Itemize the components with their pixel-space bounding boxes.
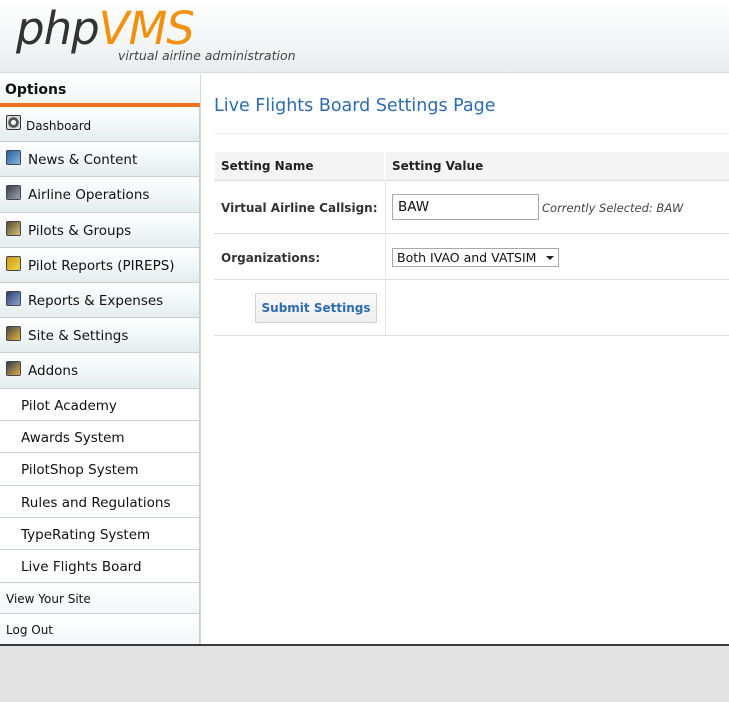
addon-awards-system[interactable]: Awards System [0, 420, 200, 454]
addon-pilotshop-system[interactable]: PilotShop System [0, 453, 200, 486]
airline-icon [6, 185, 21, 201]
logo-php-text: php [16, 2, 100, 55]
table-divider [214, 180, 729, 181]
table-divider [214, 233, 729, 234]
nav-news-content[interactable]: News & Content [0, 142, 200, 178]
logo-tagline: virtual airline administration [118, 48, 296, 63]
title-divider [214, 133, 729, 134]
nav-label: Reports & Expenses [28, 292, 164, 309]
page-title: Live Flights Board Settings Page [214, 96, 496, 116]
nav-label: Pilot Reports (PIREPS) [28, 257, 175, 274]
header-setting-value: Setting Value [386, 152, 729, 180]
nav-label: Pilots & Groups [28, 222, 132, 239]
chevron-down-icon [546, 256, 554, 260]
pilots-icon [6, 220, 21, 236]
callsign-input[interactable]: BAW [392, 194, 539, 220]
footer-band [0, 644, 729, 702]
organizations-select[interactable]: Both IVAO and VATSIM [392, 248, 559, 267]
addons-icon [6, 361, 21, 377]
nav-dashboard[interactable]: Dashboard [0, 107, 200, 143]
nav-site-settings[interactable]: Site & Settings [0, 318, 200, 354]
nav-airline-operations[interactable]: Airline Operations [0, 177, 200, 213]
options-title: Options [0, 74, 200, 107]
currently-selected-text: Corrently Selected: BAW [542, 201, 684, 215]
news-icon [6, 150, 21, 166]
nav-label: Addons [28, 363, 78, 380]
callsign-label: Virtual Airline Callsign: [221, 201, 378, 215]
header-setting-name: Setting Name [215, 152, 384, 180]
dashboard-icon [6, 115, 21, 130]
nav-pilots-groups[interactable]: Pilots & Groups [0, 212, 200, 248]
settings-icon [6, 326, 21, 342]
addon-live-flights-board[interactable]: Live Flights Board [0, 550, 200, 583]
nav-label: Site & Settings [28, 328, 129, 345]
log-out-link[interactable]: Log Out [0, 613, 200, 645]
addon-typerating-system[interactable]: TypeRating System [0, 518, 200, 551]
nav-label: Dashboard [26, 119, 92, 133]
table-column-divider [385, 180, 386, 335]
sidebar: Options Dashboard News & Content Airline… [0, 74, 201, 645]
nav-label: News & Content [28, 152, 138, 169]
pireps-icon [6, 255, 21, 271]
page-header: phpVMS virtual airline administration [0, 0, 729, 73]
organizations-label: Organizations: [221, 251, 321, 265]
organizations-select-value: Both IVAO and VATSIM [397, 250, 537, 265]
phpvms-logo[interactable]: phpVMS virtual airline administration [16, 2, 296, 63]
nav-reports-expenses[interactable]: Reports & Expenses [0, 282, 200, 319]
reports-icon [6, 290, 21, 306]
table-divider [214, 335, 729, 336]
addon-rules-regulations[interactable]: Rules and Regulations [0, 485, 200, 519]
submit-settings-button[interactable]: Submit Settings [255, 293, 377, 323]
addon-pilot-academy[interactable]: Pilot Academy [0, 388, 200, 421]
nav-pilot-reports[interactable]: Pilot Reports (PIREPS) [0, 247, 200, 283]
nav-label: Airline Operations [28, 187, 150, 204]
table-divider [214, 279, 729, 280]
view-your-site-link[interactable]: View Your Site [0, 582, 200, 614]
nav-addons[interactable]: Addons [0, 353, 200, 389]
